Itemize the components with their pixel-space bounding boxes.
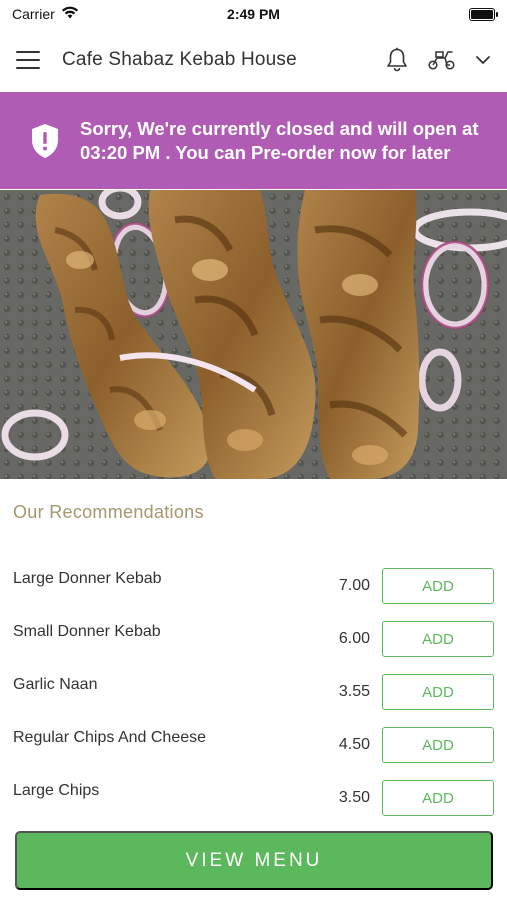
chevron-down-icon[interactable] — [475, 55, 491, 65]
list-item: Large Chips 3.50 ADD — [0, 772, 507, 825]
restaurant-title: Cafe Shabaz Kebab House — [62, 49, 297, 70]
status-left: Carrier — [12, 6, 79, 22]
closed-message: Sorry, We're currently closed and will o… — [80, 117, 479, 163]
item-name: Small Donner Kebab — [13, 623, 161, 640]
list-item: Regular Chips And Cheese 4.50 ADD — [0, 719, 507, 772]
item-name: Garlic Naan — [13, 676, 98, 693]
carrier-label: Carrier — [12, 6, 55, 22]
item-name: Large Chips — [13, 782, 100, 799]
shield-alert-icon — [30, 123, 60, 159]
scooter-icon[interactable] — [427, 49, 457, 71]
app-header: Cafe Shabaz Kebab House — [0, 28, 507, 92]
kebab-skewers-illustration — [0, 190, 507, 479]
list-item: Large Donner Kebab 7.00 ADD — [0, 560, 507, 613]
item-price: 7.00 — [338, 577, 370, 594]
item-price: 3.50 — [338, 789, 370, 806]
bell-icon[interactable] — [385, 47, 409, 73]
hero-food-image — [0, 190, 507, 479]
item-price: 3.55 — [338, 683, 370, 700]
battery-icon — [469, 7, 498, 21]
header-actions — [385, 47, 491, 73]
add-button[interactable]: ADD — [382, 780, 494, 816]
wifi-icon — [61, 6, 79, 22]
add-button[interactable]: ADD — [382, 568, 494, 604]
recommendations-list: Large Donner Kebab 7.00 ADD Small Donner… — [0, 560, 507, 825]
view-menu-button[interactable]: VIEW MENU — [15, 831, 493, 890]
add-button[interactable]: ADD — [382, 674, 494, 710]
item-price: 4.50 — [338, 736, 370, 753]
add-button[interactable]: ADD — [382, 621, 494, 657]
hamburger-menu-icon[interactable] — [16, 51, 40, 69]
item-name: Regular Chips And Cheese — [13, 729, 207, 746]
closed-notice-banner: Sorry, We're currently closed and will o… — [0, 92, 507, 189]
item-name: Large Donner Kebab — [13, 570, 162, 587]
status-bar: Carrier 2:49 PM — [0, 0, 507, 28]
list-item: Small Donner Kebab 6.00 ADD — [0, 613, 507, 666]
recommendations-heading: Our Recommendations — [13, 502, 204, 522]
item-price: 6.00 — [338, 630, 370, 647]
list-item: Garlic Naan 3.55 ADD — [0, 666, 507, 719]
add-button[interactable]: ADD — [382, 727, 494, 763]
